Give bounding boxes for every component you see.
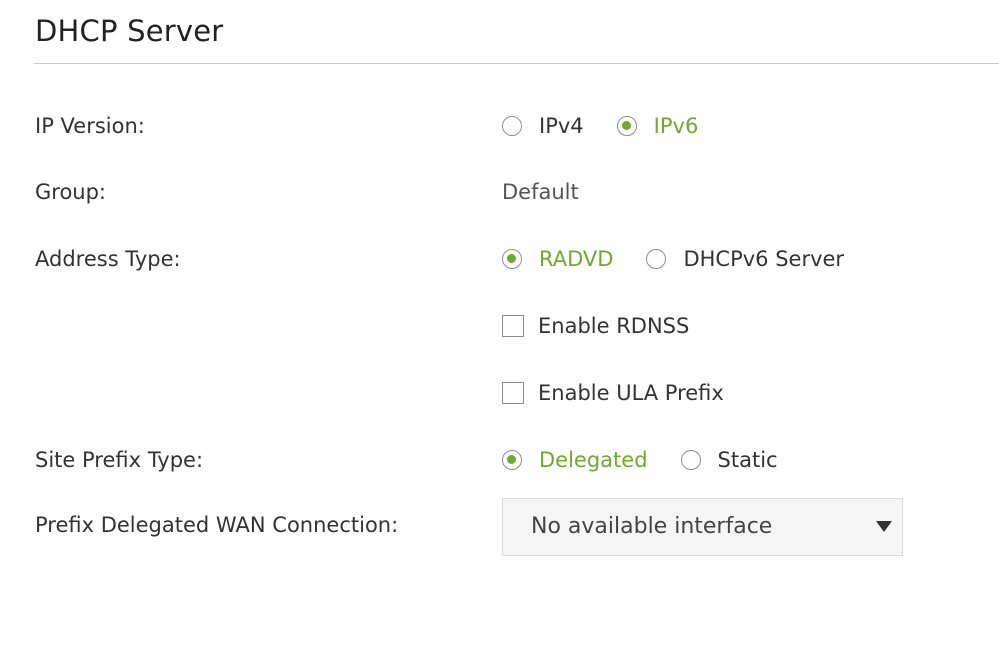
site-prefix-type-row: Site Prefix Type: Delegated Static — [0, 440, 999, 480]
caret-down-icon[interactable] — [876, 521, 892, 532]
ip-version-ipv6-label[interactable]: IPv6 — [654, 114, 699, 138]
group-value-wrap: Default — [502, 172, 579, 212]
radio-unchecked-icon[interactable] — [680, 450, 701, 470]
address-type-dhcpv6-label[interactable]: DHCPv6 Server — [683, 247, 844, 271]
enable-ula-prefix-row: Enable ULA Prefix — [0, 373, 999, 413]
address-type-radio-group: RADVD DHCPv6 Server — [502, 239, 877, 279]
site-prefix-delegated-label[interactable]: Delegated — [539, 448, 648, 472]
enable-rdnss-wrap: Enable RDNSS — [502, 306, 689, 346]
radio-checked-icon[interactable] — [502, 450, 522, 470]
address-type-dhcpv6-radio[interactable]: DHCPv6 Server — [646, 247, 844, 271]
checkbox-unchecked-icon[interactable] — [502, 315, 524, 337]
enable-ula-prefix-checkbox[interactable]: Enable ULA Prefix — [502, 381, 724, 405]
group-label: Group: — [35, 180, 107, 204]
group-row: Group: Default — [0, 172, 999, 212]
enable-ula-prefix-label[interactable]: Enable ULA Prefix — [538, 381, 724, 405]
site-prefix-static-label[interactable]: Static — [718, 448, 778, 472]
address-type-row: Address Type: RADVD DHCPv6 Server — [0, 239, 999, 279]
checkbox-unchecked-icon[interactable] — [502, 382, 524, 404]
site-prefix-type-label: Site Prefix Type: — [35, 448, 204, 472]
ip-version-ipv4-label[interactable]: IPv4 — [539, 114, 584, 138]
enable-rdnss-label[interactable]: Enable RDNSS — [538, 314, 689, 338]
radio-unchecked-icon[interactable] — [502, 116, 522, 136]
prefix-delegated-wan-select[interactable]: No available interface — [502, 498, 903, 556]
address-type-radvd-label[interactable]: RADVD — [539, 247, 613, 271]
section-divider — [34, 63, 999, 64]
ip-version-ipv6-radio[interactable]: IPv6 — [616, 114, 699, 138]
site-prefix-type-radio-group: Delegated Static — [502, 440, 811, 480]
radio-checked-icon[interactable] — [502, 249, 522, 269]
enable-rdnss-row: Enable RDNSS — [0, 306, 999, 346]
radio-checked-icon[interactable] — [616, 116, 637, 136]
ip-version-label: IP Version: — [35, 114, 145, 138]
site-prefix-static-radio[interactable]: Static — [680, 448, 778, 472]
prefix-delegated-wan-label: Prefix Delegated WAN Connection: — [35, 513, 399, 537]
ip-version-row: IP Version: IPv4 IPv6 — [0, 106, 999, 146]
enable-rdnss-checkbox[interactable]: Enable RDNSS — [502, 314, 689, 338]
address-type-label: Address Type: — [35, 247, 181, 271]
ip-version-radio-group: IPv4 IPv6 — [502, 106, 731, 146]
address-type-radvd-radio[interactable]: RADVD — [502, 247, 613, 271]
section-title: DHCP Server — [35, 14, 224, 48]
group-value: Default — [502, 180, 579, 204]
radio-unchecked-icon[interactable] — [646, 249, 667, 269]
enable-ula-prefix-wrap: Enable ULA Prefix — [502, 373, 724, 413]
prefix-delegated-wan-selected-value[interactable]: No available interface — [531, 499, 772, 555]
site-prefix-delegated-radio[interactable]: Delegated — [502, 448, 648, 472]
ip-version-ipv4-radio[interactable]: IPv4 — [502, 114, 584, 138]
